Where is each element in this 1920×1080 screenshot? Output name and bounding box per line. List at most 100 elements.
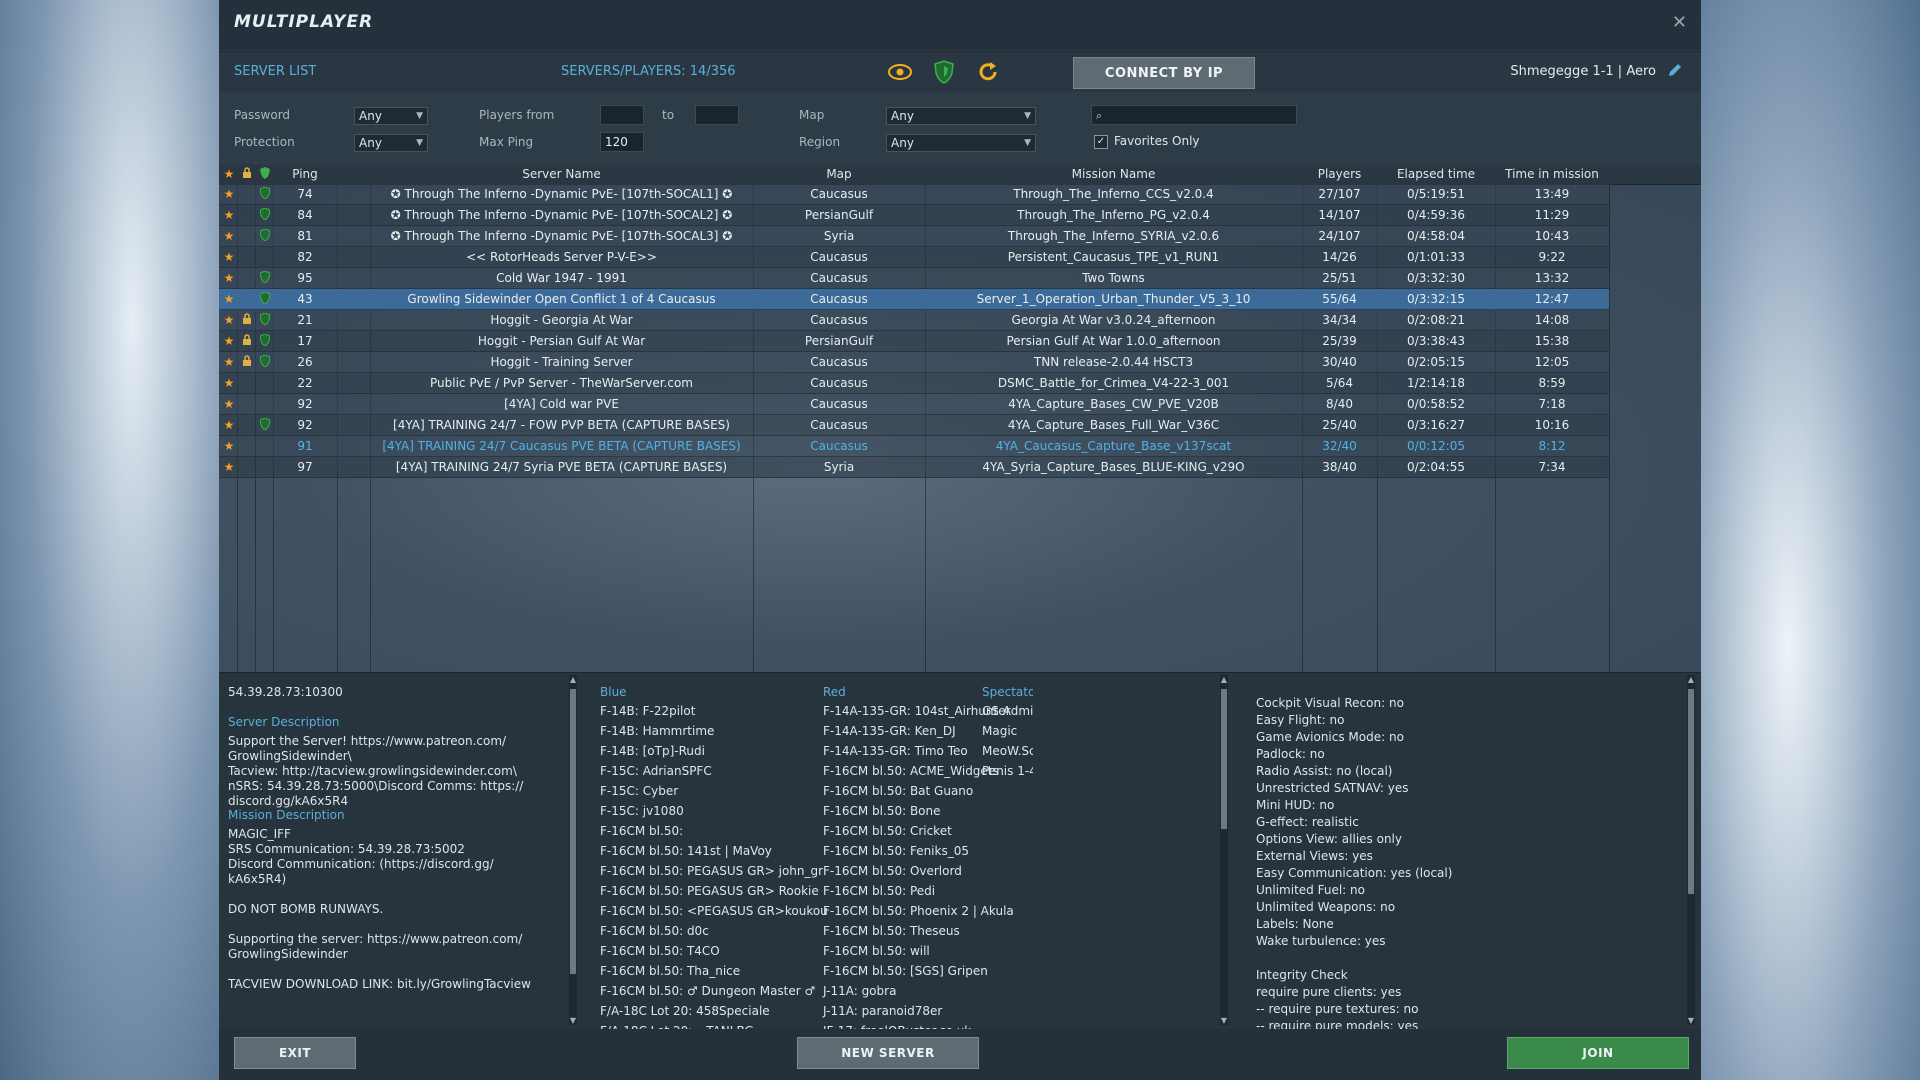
exit-button[interactable]: EXIT <box>234 1037 356 1069</box>
new-server-button[interactable]: NEW SERVER <box>797 1037 979 1069</box>
player-entry: F-16CM bl.50: [SGS] Gripen <box>823 964 988 978</box>
chevron-down-icon: ▼ <box>1024 138 1031 148</box>
cell-ping: 84 <box>297 208 313 222</box>
player-entry: F-16CM bl.50: <PEGASUS GR>koukou <box>600 904 828 918</box>
players-scrollbar[interactable]: ▲ ▼ <box>1220 675 1228 1025</box>
cell-mission: Persistent_Caucasus_TPE_v1_RUN1 <box>1007 250 1220 264</box>
cell-players: 38/40 <box>1322 460 1357 474</box>
table-row[interactable]: ★ 82 << RotorHeads Server P-V-E>> Caucasus P… <box>219 247 1609 268</box>
scrollbar-thumb[interactable] <box>1221 689 1227 829</box>
favorite-star-icon[interactable]: ★ <box>221 271 237 285</box>
setting-line <box>1256 950 1452 967</box>
favorite-star-icon[interactable]: ★ <box>221 355 237 369</box>
favorite-star-icon[interactable]: ★ <box>221 376 237 390</box>
toolbar: SERVER LIST SERVERS/PLAYERS: 14/356 CONN… <box>219 51 1701 93</box>
column-time-in-mission[interactable]: Time in mission <box>1495 167 1609 181</box>
lock-column-icon[interactable] <box>239 167 255 182</box>
table-row[interactable]: ★ 84 ✪ Through The Inferno -Dynamic PvE- [… <box>219 205 1609 226</box>
description-line: nSRS: 54.39.28.73:5000\Discord Comms: ht… <box>228 779 524 793</box>
favorite-column-star-icon[interactable]: ★ <box>221 167 237 181</box>
favorite-star-icon[interactable]: ★ <box>221 250 237 264</box>
column-elapsed-time[interactable]: Elapsed time <box>1377 167 1495 181</box>
favorites-only-checkbox[interactable]: ✓ <box>1094 135 1108 149</box>
favorite-star-icon[interactable]: ★ <box>221 292 237 306</box>
players-to-input[interactable] <box>695 105 739 125</box>
cell-players: 25/39 <box>1322 334 1357 348</box>
table-row[interactable]: ★ 91 [4YA] TRAINING 24/7 Caucasus PVE BETA… <box>219 436 1609 457</box>
mission-description: MAGIC_IFF SRS Communication: 54.39.28.73:… <box>228 827 531 992</box>
column-server-name[interactable]: Server Name <box>370 167 753 181</box>
cell-ping: 21 <box>297 313 313 327</box>
scrollbar-thumb[interactable] <box>1688 689 1694 894</box>
cell-ping: 43 <box>297 292 313 306</box>
scroll-down-icon[interactable]: ▼ <box>1220 1016 1228 1025</box>
table-row[interactable]: ★ 43 Growling Sidewinder Open Conflict 1 o… <box>219 289 1609 310</box>
setting-line: Game Avionics Mode: no <box>1256 730 1404 744</box>
edit-pencil-icon[interactable] <box>1667 62 1683 82</box>
favorite-star-icon[interactable]: ★ <box>221 418 237 432</box>
shield-icon[interactable] <box>931 60 957 84</box>
table-row[interactable]: ★ 92 [4YA] TRAINING 24/7 - FOW PVP BETA (C… <box>219 415 1609 436</box>
favorite-star-icon[interactable]: ★ <box>221 460 237 474</box>
password-select[interactable]: Any ▼ <box>354 107 428 125</box>
favorite-star-icon[interactable]: ★ <box>221 208 237 222</box>
max-ping-input[interactable]: 120 <box>600 132 644 152</box>
cell-name: Hoggit - Georgia At War <box>490 313 633 327</box>
scroll-up-icon[interactable]: ▲ <box>1687 675 1695 684</box>
password-select-value: Any <box>359 109 382 123</box>
favorite-star-icon[interactable]: ★ <box>221 229 237 243</box>
close-icon[interactable]: ✕ <box>1672 12 1687 33</box>
scroll-down-icon[interactable]: ▼ <box>1687 1016 1695 1025</box>
table-row[interactable]: ★ 81 ✪ Through The Inferno -Dynamic PvE- [… <box>219 226 1609 247</box>
chevron-down-icon: ▼ <box>416 138 423 148</box>
scrollbar-thumb[interactable] <box>570 689 576 974</box>
cell-players: 30/40 <box>1322 355 1357 369</box>
table-row[interactable]: ★ 17 Hoggit - Persian Gulf At War PersianGu… <box>219 331 1609 352</box>
info-scrollbar[interactable]: ▲ ▼ <box>569 675 577 1025</box>
setting-line: Mini HUD: no <box>1256 798 1335 812</box>
table-row[interactable]: ★ 26 Hoggit - Training Server Caucasus TNN r… <box>219 352 1609 373</box>
favorite-star-icon[interactable]: ★ <box>221 187 237 201</box>
join-button[interactable]: JOIN <box>1507 1037 1689 1069</box>
column-ping[interactable]: Ping <box>273 167 337 181</box>
favorite-star-icon[interactable]: ★ <box>221 334 237 348</box>
eye-icon[interactable] <box>887 60 913 84</box>
protection-select[interactable]: Any ▼ <box>354 134 428 152</box>
table-row[interactable]: ★ 22 Public PvE / PvP Server - TheWarServe… <box>219 373 1609 394</box>
cell-ping: 97 <box>297 460 313 474</box>
scroll-down-icon[interactable]: ▼ <box>569 1016 577 1025</box>
player-entry: F-16CM bl.50: Bone <box>823 804 941 818</box>
settings-scrollbar[interactable]: ▲ ▼ <box>1687 675 1695 1025</box>
spectator-entry: Magic <box>982 724 1018 738</box>
players-from-input[interactable] <box>600 105 644 125</box>
favorite-star-icon[interactable]: ★ <box>221 313 237 327</box>
favorite-star-icon[interactable]: ★ <box>221 397 237 411</box>
favorite-star-icon[interactable]: ★ <box>221 439 237 453</box>
lock-icon <box>239 313 255 328</box>
search-input[interactable]: ⌕ <box>1091 105 1297 125</box>
scroll-up-icon[interactable]: ▲ <box>1220 675 1228 684</box>
table-row[interactable]: ★ 92 [4YA] Cold war PVE Caucasus 4YA_Capture… <box>219 394 1609 415</box>
table-row[interactable]: ★ 21 Hoggit - Georgia At War Caucasus Georgi… <box>219 310 1609 331</box>
scroll-up-icon[interactable]: ▲ <box>569 675 577 684</box>
table-row[interactable]: ★ 95 Cold War 1947 - 1991 Caucasus Two Towns… <box>219 268 1609 289</box>
player-entry: F-14B: Hammrtime <box>600 724 715 738</box>
column-mission-name[interactable]: Mission Name <box>925 167 1302 181</box>
player-entry: F-16CM bl.50: Overlord <box>823 864 962 878</box>
server-list-tab[interactable]: SERVER LIST <box>234 64 316 79</box>
map-select[interactable]: Any ▼ <box>886 107 1036 125</box>
connect-by-ip-button[interactable]: CONNECT BY IP <box>1073 57 1255 89</box>
shield-column-icon[interactable] <box>257 167 273 182</box>
column-players[interactable]: Players <box>1302 167 1377 181</box>
cell-name: [4YA] TRAINING 24/7 Caucasus PVE BETA (C… <box>382 439 741 453</box>
setting-line: Radio Assist: no (local) <box>1256 764 1393 778</box>
refresh-icon[interactable] <box>975 60 1001 84</box>
table-row[interactable]: ★ 97 [4YA] TRAINING 24/7 Syria PVE BETA (C… <box>219 457 1609 478</box>
setting-line: Unlimited Weapons: no <box>1256 900 1396 914</box>
table-row[interactable]: ★ 74 ✪ Through The Inferno -Dynamic PvE- [… <box>219 184 1609 205</box>
players-to-label: to <box>662 108 675 122</box>
region-select[interactable]: Any ▼ <box>886 134 1036 152</box>
cell-ping: 82 <box>297 250 313 264</box>
column-map[interactable]: Map <box>753 167 925 181</box>
shield-icon <box>257 208 273 223</box>
